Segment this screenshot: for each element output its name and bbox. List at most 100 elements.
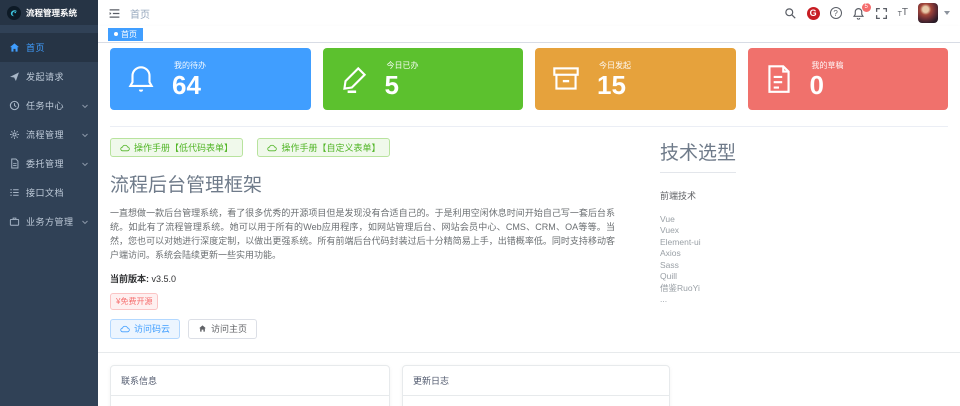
stat-cards-row: 我的待办 64 今日已办 5 今日发起 15 我的草稿 0 [110, 48, 948, 110]
tech-subtitle: 前端技术 [660, 191, 697, 201]
logo-bar[interactable]: 流程管理系统 [0, 0, 98, 25]
tech-list: Vue Vuex Element-ui Axios Sass Quill 借鉴R… [660, 214, 736, 306]
app-logo-icon [7, 5, 21, 20]
changelog-card-title: 更新日志 [403, 366, 669, 396]
version-value: v3.5.0 [151, 273, 177, 284]
sidebar-item-api-docs[interactable]: 接口文档 [0, 178, 98, 207]
stat-label: 今日发起 [599, 61, 631, 70]
version-line: 当前版本: v3.5.0 [110, 272, 615, 285]
main-area: 首页 G ? 5 TT 首页 我的待办 64 今日已办 5 今日发起 15 我的… [98, 0, 960, 406]
sidebar-item-home[interactable]: 首页 [0, 33, 98, 62]
stat-card-drafts[interactable]: 我的草稿 0 [747, 48, 948, 110]
manual-lowcode-button[interactable]: 操作手册【低代码表单】 [110, 138, 244, 157]
active-tag-dot [114, 32, 118, 36]
font-size-icon[interactable]: TT [898, 8, 908, 19]
sidebar-item-process-management[interactable]: 流程管理 [0, 120, 98, 149]
tech-item: ... [660, 294, 668, 305]
bottom-cards-row: 联系信息 官网：http://117.72.70.166/admin/ QQ群：… [98, 351, 960, 406]
sidebar-item-label: 业务方管理 [26, 217, 74, 227]
stat-card-done-today[interactable]: 今日已办 5 [322, 48, 523, 110]
notification-bell-icon[interactable]: 5 [852, 2, 871, 20]
sidebar-item-task-center[interactable]: 任务中心 [0, 91, 98, 120]
sidebar-menu: 首页 发起请求 任务中心 流程管理 委托管理 接口文档 业务方管理 [0, 25, 98, 236]
gear-icon [9, 129, 20, 140]
visit-homepage-button[interactable]: 访问主页 [188, 318, 258, 339]
dashboard-panel: 我的待办 64 今日已办 5 今日发起 15 我的草稿 0 操作手册【低代码表单… [98, 43, 960, 339]
tech-heading: 技术选型 [660, 138, 737, 173]
contact-card-title: 联系信息 [111, 366, 389, 396]
stat-label: 我的草稿 [811, 61, 844, 70]
divider [110, 126, 948, 127]
fullscreen-icon[interactable] [875, 7, 888, 20]
page-content: 我的待办 64 今日已办 5 今日发起 15 我的草稿 0 操作手册【低代码表单… [98, 43, 960, 406]
help-icon[interactable]: ? [829, 7, 842, 19]
list-icon [9, 187, 20, 198]
home-icon [9, 42, 20, 53]
stat-value: 5 [384, 70, 399, 100]
contact-info-card: 联系信息 官网：http://117.72.70.166/admin/ QQ群：… [110, 364, 390, 406]
sidebar-item-start-request[interactable]: 发起请求 [0, 62, 98, 91]
sidebar-item-label: 接口文档 [26, 188, 65, 198]
intro-actions-row: 访问码云 访问主页 [110, 318, 615, 339]
send-icon [9, 71, 20, 82]
document-icon [762, 62, 796, 96]
tech-column: 技术选型 前端技术 Vue Vuex Element-ui Axios Sass… [660, 138, 737, 339]
sidebar-item-label: 委托管理 [26, 159, 65, 169]
changelog-item[interactable]: v4.0.0 - 2024-12-14 [415, 396, 657, 406]
app-title: 流程管理系统 [26, 7, 78, 18]
sidebar-item-label: 任务中心 [26, 101, 65, 111]
stat-value: 15 [597, 70, 626, 100]
sidebar: 流程管理系统 首页 发起请求 任务中心 流程管理 委托管理 接口文档 业务方管理 [0, 0, 98, 406]
breadcrumb[interactable]: 首页 [130, 6, 150, 21]
briefcase-icon [9, 216, 20, 227]
notification-badge: 5 [861, 2, 871, 12]
version-label: 当前版本: [110, 273, 149, 284]
sidebar-toggle-icon[interactable] [108, 7, 121, 20]
box-icon [549, 62, 583, 96]
search-icon[interactable] [784, 7, 797, 20]
user-avatar[interactable] [918, 3, 938, 23]
page-title: 流程后台管理框架 [110, 175, 263, 196]
sidebar-item-business-management[interactable]: 业务方管理 [0, 207, 98, 236]
app-window: 流程管理系统 首页 发起请求 任务中心 流程管理 委托管理 接口文档 业务方管理… [0, 0, 960, 406]
chevron-down-icon [81, 160, 89, 168]
stat-value: 64 [172, 70, 201, 100]
tech-item: Quill [660, 271, 678, 282]
stat-card-todo[interactable]: 我的待办 64 [110, 48, 311, 110]
sidebar-item-label: 发起请求 [26, 72, 65, 82]
manual-buttons-row: 操作手册【低代码表单】 操作手册【自定义表单】 [110, 138, 615, 157]
visit-gitee-button[interactable]: 访问码云 [110, 318, 181, 339]
bell-icon [124, 62, 158, 96]
stat-value: 0 [809, 70, 824, 100]
stat-card-started-today[interactable]: 今日发起 15 [535, 48, 736, 110]
tags-view-bar: 首页 [98, 26, 960, 43]
tech-item: Vuex [660, 225, 680, 236]
chevron-down-icon [81, 131, 89, 139]
chevron-down-icon [81, 102, 89, 110]
sidebar-item-label: 流程管理 [26, 130, 65, 140]
tech-item: Sass [660, 259, 679, 270]
caret-down-icon[interactable] [944, 11, 950, 15]
intro-column: 操作手册【低代码表单】 操作手册【自定义表单】 流程后台管理框架 一直想做一款后… [110, 138, 615, 339]
chevron-down-icon [81, 218, 89, 226]
stat-label: 我的待办 [174, 61, 206, 70]
gitee-icon[interactable]: G [806, 6, 820, 20]
intro-description: 一直想做一款后台管理系统，看了很多优秀的开源项目但是发现没有合适自己的。于是利用… [110, 208, 615, 260]
pencil-icon [337, 62, 371, 96]
free-open-source-tag: ¥免费开源 [110, 292, 159, 310]
sidebar-item-label: 首页 [26, 43, 46, 53]
tech-item: Axios [660, 248, 681, 259]
tag-label: 首页 [121, 29, 137, 39]
stat-label: 今日已办 [386, 61, 419, 70]
tag-home[interactable]: 首页 [108, 27, 143, 41]
tech-item: 借鉴RuoYi [660, 282, 700, 293]
manual-custom-button[interactable]: 操作手册【自定义表单】 [257, 138, 391, 157]
task-center-icon [9, 100, 20, 111]
changelog-card: 更新日志 v4.0.0 - 2024-12-14 v3.1.0 - 2024-1… [402, 364, 670, 406]
document-icon [9, 158, 20, 169]
sidebar-item-delegate-management[interactable]: 委托管理 [0, 149, 98, 178]
tech-item: Element-ui [660, 236, 701, 247]
top-navbar: 首页 G ? 5 TT [98, 0, 960, 26]
navbar-actions: G ? 5 TT [784, 2, 950, 23]
tech-item: Vue [660, 214, 675, 224]
